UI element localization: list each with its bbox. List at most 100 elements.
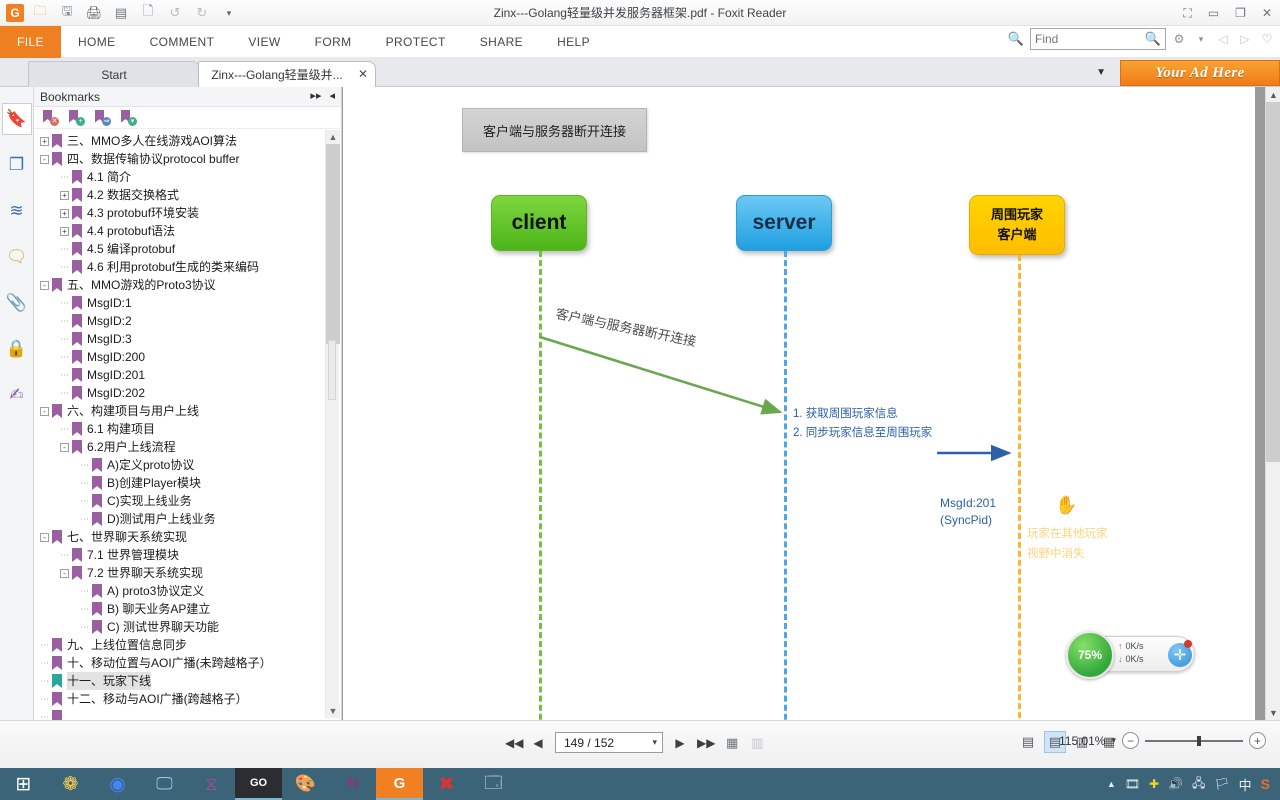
bookmark-item[interactable]: ⋯ 4.5 编译protobuf: [34, 240, 324, 258]
xmind-icon[interactable]: ✖: [423, 768, 470, 800]
fit-width-icon[interactable]: ▥: [751, 735, 763, 751]
screenshot-tool-icon[interactable]: 🗔: [470, 768, 517, 800]
doc-scroll-up-icon[interactable]: ▲: [1266, 87, 1280, 102]
bookmark-item[interactable]: ⋯ 十一、玩家下线: [34, 672, 324, 690]
expand-panel-icon[interactable]: ▸▸: [310, 89, 321, 102]
bookmark-item[interactable]: +4.3 protobuf环境安装: [34, 204, 324, 222]
page-number-input[interactable]: 149 / 152 ▾: [555, 732, 663, 753]
bookmark-item[interactable]: ⋯ D)测试用户上线业务: [34, 510, 324, 528]
previous-page-button[interactable]: ◀: [530, 736, 546, 750]
bookmark-item[interactable]: +4.4 protobuf语法: [34, 222, 324, 240]
attachments-panel-icon[interactable]: 📎: [2, 287, 32, 319]
bookmark-item[interactable]: - 七、世界聊天系统实现: [34, 528, 324, 546]
doc-scroll-thumb[interactable]: [1266, 102, 1280, 462]
bookmark-item[interactable]: ⋯ MsgID:200: [34, 348, 324, 366]
new-bookmark-icon[interactable]: +: [69, 109, 85, 126]
bookmark-item[interactable]: ⋯ B) 聊天业务AP建立: [34, 600, 324, 618]
expand-bookmark-icon[interactable]: ⇒: [95, 109, 111, 126]
tab-zinx-pdf[interactable]: Zinx---Golang轻量级并... ✕: [198, 61, 376, 87]
media-player-icon[interactable]: ❁: [47, 768, 94, 800]
fit-page-icon[interactable]: ▦: [726, 735, 738, 751]
bookmark-item[interactable]: ⋯ 4.1 简介: [34, 168, 324, 186]
search-icon[interactable]: 🔍: [1145, 31, 1161, 47]
search-input[interactable]: [1035, 32, 1143, 46]
bookmark-tree[interactable]: + 三、MMO多人在线游戏AOI算法 - 四、数据传输协议protocol buffe…: [34, 130, 324, 720]
page-dropdown-icon[interactable]: ▾: [652, 737, 657, 748]
onenote-icon[interactable]: N: [329, 768, 376, 800]
bookmark-item[interactable]: ⋯ MsgID:1: [34, 294, 324, 312]
bookmark-toggle-icon[interactable]: -: [60, 442, 69, 452]
bookmark-toggle-icon[interactable]: -: [60, 568, 69, 578]
update-icon[interactable]: ✚: [1149, 777, 1159, 791]
bookmark-options-icon[interactable]: ▾: [121, 109, 137, 126]
zoom-out-button[interactable]: −: [1122, 732, 1139, 749]
sogou-input-icon[interactable]: S: [1261, 776, 1270, 792]
last-page-button[interactable]: ▶▶: [697, 736, 715, 750]
bookmark-toggle-icon[interactable]: -: [40, 406, 49, 416]
bookmark-item[interactable]: - 6.2用户上线流程: [34, 438, 324, 456]
signatures-panel-icon[interactable]: ✍: [2, 379, 32, 411]
bookmark-item[interactable]: ⋯ MsgID:201: [34, 366, 324, 384]
zoom-in-button[interactable]: +: [1249, 732, 1266, 749]
tab-file[interactable]: FILE: [0, 26, 61, 58]
ime-language-icon[interactable]: 中: [1239, 775, 1252, 794]
bookmark-item[interactable]: ⋯ 十二、移动与AOI广播(跨越格子）: [34, 690, 324, 708]
bookmark-toggle-icon[interactable]: -: [40, 154, 49, 164]
bookmark-item[interactable]: ⋯ A)定义proto协议: [34, 456, 324, 474]
zoom-slider-thumb[interactable]: [1197, 735, 1201, 746]
collapse-panel-icon[interactable]: ◂: [329, 89, 335, 102]
bookmark-toggle-icon[interactable]: -: [40, 280, 49, 290]
find-field-wrapper[interactable]: 🔍: [1030, 28, 1166, 50]
bookmark-item[interactable]: ⋯ MsgID:3: [34, 330, 324, 348]
settings-dropdown-icon[interactable]: ▾: [1192, 34, 1210, 45]
action-center-icon[interactable]: 🏳: [1214, 777, 1229, 791]
bookmark-item[interactable]: +4.2 数据交换格式: [34, 186, 324, 204]
tab-comment[interactable]: COMMENT: [133, 26, 232, 58]
volume-icon[interactable]: 🔊: [1168, 777, 1183, 791]
remote-desktop-icon[interactable]: 🖵: [141, 768, 188, 800]
bookmark-item[interactable]: + 三、MMO多人在线游戏AOI算法: [34, 132, 324, 150]
restore-layout-icon[interactable]: ⛶: [1183, 6, 1191, 21]
scroll-down-icon[interactable]: ▼: [326, 704, 340, 718]
windows-start-icon[interactable]: ⊞: [0, 768, 47, 800]
chrome-icon[interactable]: ◉: [94, 768, 141, 800]
bookmark-item[interactable]: - 五、MMO游戏的Proto3协议: [34, 276, 324, 294]
tab-home[interactable]: HOME: [61, 26, 133, 58]
bookmark-toggle-icon[interactable]: +: [60, 208, 69, 218]
security-panel-icon[interactable]: 🔒: [2, 333, 32, 365]
page-thumbnails-icon[interactable]: ❐: [2, 149, 32, 181]
bookmark-item[interactable]: ⋯ 6.1 构建项目: [34, 420, 324, 438]
bookmark-item[interactable]: ⋯ MsgID:2: [34, 312, 324, 330]
bookmark-item[interactable]: - 四、数据传输协议protocol buffer: [34, 150, 324, 168]
network-speed-widget[interactable]: 75% ↑ ↓ 0K/s 0K/s ✛: [1066, 631, 1195, 679]
minimize-icon[interactable]: ▭: [1208, 6, 1219, 20]
single-page-view-icon[interactable]: ▤: [1017, 731, 1039, 753]
ocr-scan-icon[interactable]: 🔍: [1008, 31, 1024, 47]
bookmark-item[interactable]: ⋯ 7.1 世界管理模块: [34, 546, 324, 564]
tab-view[interactable]: VIEW: [231, 26, 297, 58]
scroll-thumb[interactable]: [326, 144, 340, 344]
first-page-button[interactable]: ◀◀: [505, 736, 523, 750]
document-scrollbar[interactable]: ▲ ▼: [1265, 87, 1280, 720]
tab-start[interactable]: Start: [28, 61, 200, 87]
previous-view-icon[interactable]: ◁: [1214, 32, 1232, 46]
bookmark-item[interactable]: ⋯: [34, 708, 324, 720]
bookmark-toggle-icon[interactable]: -: [40, 532, 49, 542]
scroll-up-icon[interactable]: ▲: [326, 130, 340, 144]
bookmark-toggle-icon[interactable]: +: [60, 190, 69, 200]
bookmark-item[interactable]: ⋯ C) 测试世界聊天功能: [34, 618, 324, 636]
bookmark-item[interactable]: - 六、构建项目与用户上线: [34, 402, 324, 420]
tab-close-icon[interactable]: ✕: [358, 67, 368, 81]
paint-icon[interactable]: 🎨: [282, 768, 329, 800]
bookmark-item[interactable]: ⋯ B)创建Player模块: [34, 474, 324, 492]
next-page-button[interactable]: ▶: [672, 736, 688, 750]
bookmarks-panel-icon[interactable]: 🔖: [1, 103, 32, 135]
bookmark-item[interactable]: - 7.2 世界聊天系统实现: [34, 564, 324, 582]
layers-panel-icon[interactable]: ≋: [2, 195, 32, 227]
favorite-heart-icon[interactable]: ♡: [1258, 32, 1276, 46]
tab-form[interactable]: FORM: [298, 26, 369, 58]
next-view-icon[interactable]: ▷: [1236, 32, 1254, 46]
foxit-reader-icon[interactable]: G: [376, 768, 423, 800]
bookmark-item[interactable]: ⋯ MsgID:202: [34, 384, 324, 402]
goland-icon[interactable]: GO: [235, 768, 282, 800]
